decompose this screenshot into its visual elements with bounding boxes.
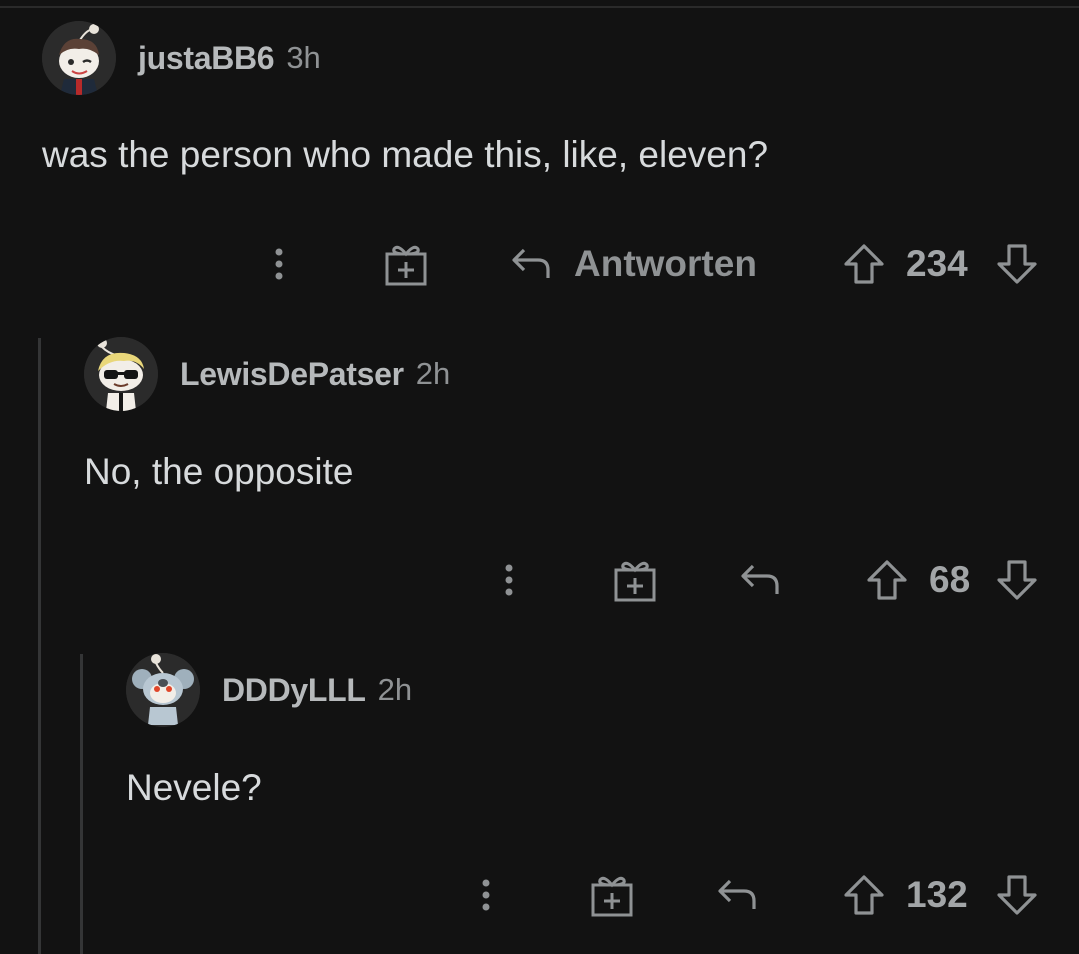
more-options-icon (482, 879, 490, 911)
award-gift-icon (591, 876, 633, 917)
upvote-button[interactable] (843, 865, 885, 925)
upvote-arrow-icon (867, 560, 907, 600)
downvote-button[interactable] (996, 865, 1038, 925)
award-gift-icon (614, 561, 656, 602)
comment-body: No, the opposite (84, 451, 354, 492)
comment-header: LewisDePatser 2h (84, 337, 450, 411)
upvote-button[interactable] (843, 234, 885, 294)
comment-body: was the person who made this, like, elev… (42, 134, 769, 175)
reply-button[interactable] (739, 550, 781, 610)
comment-header: justaBB6 3h (42, 21, 321, 95)
comment-header: DDDyLLL 2h (126, 653, 412, 727)
username[interactable]: DDDyLLL (222, 672, 366, 709)
timestamp: 2h (377, 672, 413, 707)
more-options-button[interactable] (266, 234, 292, 294)
comment-body: Nevele? (126, 767, 262, 808)
more-options-icon (275, 248, 283, 280)
downvote-button[interactable] (996, 550, 1038, 610)
award-button[interactable] (590, 865, 634, 925)
award-button[interactable] (613, 550, 657, 610)
downvote-arrow-icon (997, 875, 1037, 915)
snoo-sunglasses-avatar-icon (84, 337, 158, 411)
reply-arrow-icon (718, 879, 756, 909)
vote-count: 234 (906, 243, 968, 284)
vote-score: 234 (906, 234, 968, 294)
upvote-arrow-icon (844, 244, 884, 284)
more-options-button[interactable] (496, 550, 522, 610)
comment-action-bar: Antworten 234 (0, 234, 1079, 294)
timestamp: 3h (286, 40, 321, 75)
vote-score: 68 (929, 550, 970, 610)
reply-button[interactable] (716, 865, 758, 925)
downvote-arrow-icon (997, 244, 1037, 284)
thread-line-level-1[interactable] (38, 338, 41, 954)
top-divider (0, 6, 1079, 8)
snoo-koala-avatar-icon (126, 653, 200, 727)
reply-label: Antworten (574, 243, 757, 284)
downvote-button[interactable] (996, 234, 1038, 294)
vote-score: 132 (906, 865, 968, 925)
award-button[interactable] (384, 234, 428, 294)
award-gift-icon (385, 245, 427, 286)
avatar[interactable] (126, 653, 200, 727)
reply-arrow-icon (741, 564, 779, 594)
username[interactable]: LewisDePatser (180, 356, 404, 393)
username[interactable]: justaBB6 (138, 40, 275, 77)
timestamp: 2h (415, 356, 451, 391)
reply-arrow-icon (512, 248, 550, 278)
upvote-button[interactable] (866, 550, 908, 610)
comment-action-bar: 68 (0, 550, 1079, 610)
more-options-icon (505, 564, 513, 596)
snoo-avatar-icon (42, 21, 116, 95)
upvote-arrow-icon (844, 875, 884, 915)
comment-action-bar: 132 (0, 865, 1079, 925)
avatar[interactable] (42, 21, 116, 95)
avatar[interactable] (84, 337, 158, 411)
vote-count: 132 (906, 874, 968, 915)
more-options-button[interactable] (473, 865, 499, 925)
downvote-arrow-icon (997, 560, 1037, 600)
reply-button[interactable]: Antworten (510, 234, 757, 294)
vote-count: 68 (929, 559, 971, 600)
